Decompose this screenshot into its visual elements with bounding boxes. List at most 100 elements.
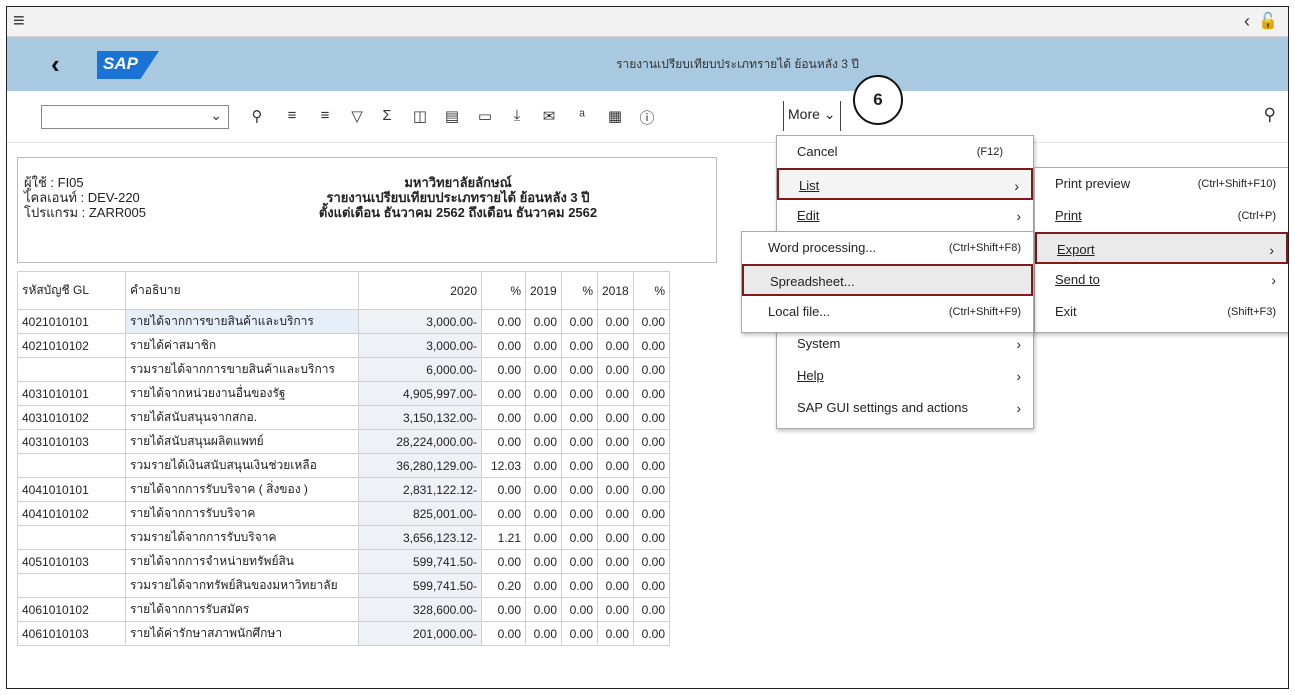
menu-item-sap-gui-settings[interactable]: SAP GUI settings and actions › [777,392,1033,424]
value-cell[interactable]: 0.00 [561,309,598,334]
description-cell[interactable]: รวมรายได้จากการขายสินค้าและบริการ [125,357,359,382]
table-row[interactable]: รวมรายได้เงินสนับสนุนเงินช่วยเหลือ 36,280… [17,453,670,478]
value-cell[interactable]: 0.00 [481,429,526,454]
value-cell[interactable]: 1.21 [481,525,526,550]
value-cell[interactable]: 4,905,997.00- [358,381,482,406]
gl-account-cell[interactable] [17,525,126,550]
table-row[interactable]: รวมรายได้จากทรัพย์สินของมหาวิทยาลัย 599,7… [17,573,670,598]
gl-account-cell[interactable]: 4061010102 [17,597,126,622]
value-cell[interactable]: 0.00 [561,549,598,574]
column-header[interactable]: 2019 [525,271,562,310]
description-cell[interactable]: รายได้สนับสนุนผลิตแพทย์ [125,429,359,454]
value-cell[interactable]: 0.00 [481,309,526,334]
gl-account-cell[interactable]: 4041010101 [17,477,126,502]
column-header[interactable]: 2018 [597,271,634,310]
info-icon[interactable]: ⓘ [637,107,657,128]
value-cell[interactable]: 3,000.00- [358,333,482,358]
description-cell[interactable]: รวมรายได้จากทรัพย์สินของมหาวิทยาลัย [125,573,359,598]
gl-account-cell[interactable] [17,573,126,598]
more-button[interactable]: More ⌄ [783,101,841,131]
table-row[interactable]: 4021010102 รายได้ค่าสมาชิก 3,000.00- 0.00 0.… [17,333,670,358]
value-cell[interactable]: 0.00 [561,621,598,646]
column-header[interactable]: 2020 [358,271,482,310]
table-row[interactable]: 4031010102 รายได้สนับสนุนจากสกอ. 3,150,132… [17,405,670,430]
table-row[interactable]: 4061010102 รายได้จากการรับสมัคร 328,600.00… [17,597,670,622]
value-cell[interactable]: 0.00 [633,381,670,406]
value-cell[interactable]: 0.00 [597,333,634,358]
value-cell[interactable]: 0.00 [597,573,634,598]
value-cell[interactable]: 0.00 [525,525,562,550]
column-header[interactable]: % [633,271,670,310]
description-cell[interactable]: รวมรายได้จากการรับบริจาค [125,525,359,550]
gl-account-cell[interactable]: 4031010102 [17,405,126,430]
value-cell[interactable]: 0.00 [561,453,598,478]
value-cell[interactable]: 0.00 [633,333,670,358]
value-cell[interactable]: 0.00 [525,621,562,646]
value-cell[interactable]: 0.00 [633,357,670,382]
gl-account-cell[interactable]: 4041010102 [17,501,126,526]
value-cell[interactable]: 0.00 [633,501,670,526]
value-cell[interactable]: 0.00 [525,501,562,526]
value-cell[interactable]: 0.00 [481,477,526,502]
value-cell[interactable]: 3,150,132.00- [358,405,482,430]
table-row[interactable]: 4021010101 รายได้จากการขายสินค้าและบริการ… [17,309,670,334]
value-cell[interactable]: 0.00 [597,405,634,430]
filter-icon[interactable]: ▽ [347,107,367,125]
value-cell[interactable]: 0.00 [633,429,670,454]
value-cell[interactable]: 12.03 [481,453,526,478]
value-cell[interactable]: 0.00 [597,453,634,478]
table-row[interactable]: 4031010101 รายได้จากหน่วยงานอื่นของรัฐ 4,9… [17,381,670,406]
menu-item-print-preview[interactable]: Print preview (Ctrl+Shift+F10) [1035,168,1288,200]
value-cell[interactable]: 0.00 [481,501,526,526]
menu-item-local-file[interactable]: Local file... (Ctrl+Shift+F9) [742,296,1033,328]
value-cell[interactable]: 0.00 [633,453,670,478]
gl-account-cell[interactable] [17,453,126,478]
sort-descending-icon[interactable]: ≡ [315,107,335,124]
value-cell[interactable]: 0.00 [481,381,526,406]
value-cell[interactable]: 0.00 [597,501,634,526]
value-cell[interactable]: 0.00 [525,357,562,382]
column-header[interactable]: % [561,271,598,310]
description-cell[interactable]: รายได้จากการรับสมัคร [125,597,359,622]
value-cell[interactable]: 0.00 [597,621,634,646]
table-row[interactable]: 4051010103 รายได้จากการจำหน่ายทรัพย์สิน 59… [17,549,670,574]
value-cell[interactable]: 0.00 [481,621,526,646]
description-cell[interactable]: รวมรายได้เงินสนับสนุนเงินช่วยเหลือ [125,453,359,478]
zoom-details-icon[interactable]: ⚲ [247,107,267,125]
unlock-icon[interactable]: 🔓 [1258,11,1278,31]
value-cell[interactable]: 3,656,123.12- [358,525,482,550]
value-cell[interactable]: 0.00 [525,549,562,574]
menu-item-spreadsheet[interactable]: Spreadsheet... [742,264,1033,296]
description-cell[interactable]: รายได้ค่ารักษาสภาพนักศึกษา [125,621,359,646]
value-cell[interactable]: 201,000.00- [358,621,482,646]
value-cell[interactable]: 0.20 [481,573,526,598]
gl-account-cell[interactable] [17,357,126,382]
value-cell[interactable]: 0.00 [525,477,562,502]
value-cell[interactable]: 0.00 [561,573,598,598]
table-row[interactable]: 4061010103 รายได้ค่ารักษาสภาพนักศึกษา 201,… [17,621,670,646]
value-cell[interactable]: 0.00 [633,309,670,334]
value-cell[interactable]: 0.00 [597,549,634,574]
value-cell[interactable]: 0.00 [633,597,670,622]
value-cell[interactable]: 0.00 [561,525,598,550]
gl-account-cell[interactable]: 4031010103 [17,429,126,454]
sum-icon[interactable]: Σ [377,107,397,124]
value-cell[interactable]: 36,280,129.00- [358,453,482,478]
value-cell[interactable]: 0.00 [525,429,562,454]
gl-account-cell[interactable]: 4021010102 [17,333,126,358]
collapse-arrow-icon[interactable]: ‹ [1244,11,1250,32]
menu-item-cancel[interactable]: Cancel (F12) [777,136,1033,168]
menu-item-word-processing[interactable]: Word processing... (Ctrl+Shift+F8) [742,232,1033,264]
hamburger-menu-icon[interactable]: ≡ [13,10,25,33]
value-cell[interactable]: 0.00 [597,381,634,406]
value-cell[interactable]: 0.00 [597,597,634,622]
value-cell[interactable]: 0.00 [481,333,526,358]
value-cell[interactable]: 0.00 [561,477,598,502]
value-cell[interactable]: 825,001.00- [358,501,482,526]
value-cell[interactable]: 0.00 [561,333,598,358]
table-row[interactable]: 4041010102 รายได้จากการรับบริจาค 825,001.0… [17,501,670,526]
menu-item-exit[interactable]: Exit (Shift+F3) [1035,296,1288,328]
value-cell[interactable]: 0.00 [597,429,634,454]
grid-layout-icon[interactable]: ▦ [605,107,625,125]
gl-account-cell[interactable]: 4021010101 [17,309,126,334]
